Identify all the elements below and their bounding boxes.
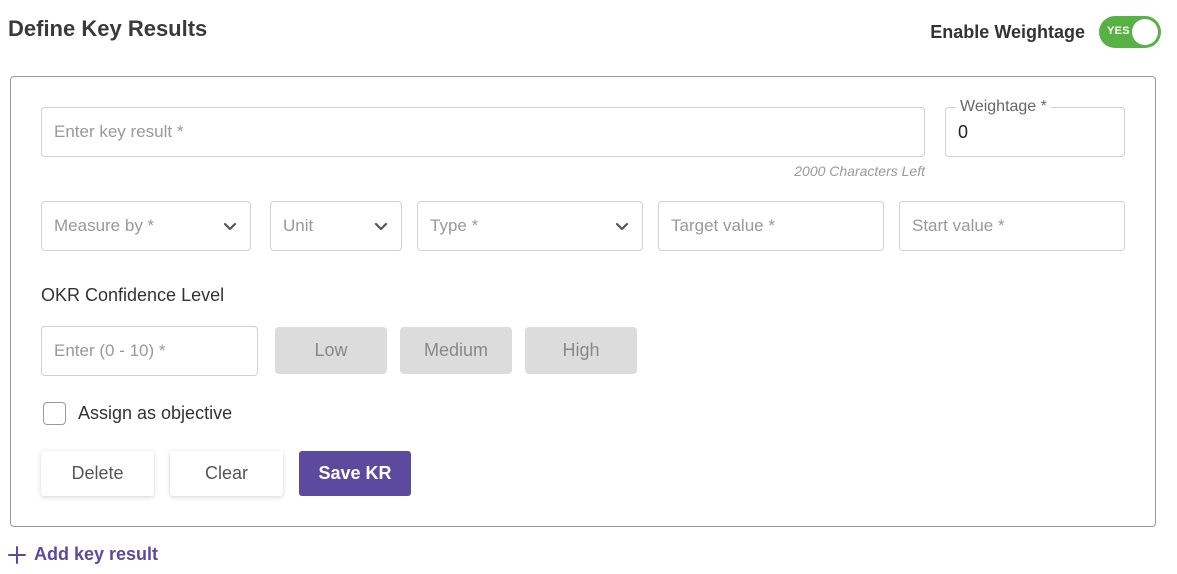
assign-objective-checkbox[interactable] bbox=[43, 402, 66, 425]
page-title: Define Key Results bbox=[8, 16, 208, 41]
chevron-down-icon bbox=[374, 222, 388, 231]
add-key-result-link[interactable]: Add key result bbox=[8, 544, 158, 565]
confidence-low-button[interactable]: Low bbox=[275, 327, 387, 374]
type-select[interactable]: Type * bbox=[417, 201, 643, 251]
unit-placeholder: Unit bbox=[283, 216, 314, 235]
weightage-toggle[interactable]: YES bbox=[1099, 16, 1161, 48]
target-value-placeholder: Target value * bbox=[671, 216, 775, 235]
key-result-placeholder: Enter key result * bbox=[54, 122, 184, 141]
weightage-label: Weightage * bbox=[956, 98, 1051, 116]
target-value-input[interactable]: Target value * bbox=[658, 201, 884, 251]
toggle-state-text: YES bbox=[1107, 25, 1130, 37]
confidence-placeholder: Enter (0 - 10) * bbox=[54, 341, 166, 360]
clear-button[interactable]: Clear bbox=[170, 451, 283, 496]
weightage-field[interactable]: Weightage * 0 bbox=[945, 98, 1125, 157]
delete-button[interactable]: Delete bbox=[41, 451, 154, 496]
type-placeholder: Type * bbox=[430, 216, 479, 235]
plus-icon bbox=[8, 545, 26, 564]
add-key-result-label: Add key result bbox=[34, 544, 159, 564]
weightage-toggle-group: Enable Weightage YES bbox=[930, 16, 1161, 48]
key-result-card: Enter key result * 2000 Characters Left … bbox=[10, 76, 1156, 527]
confidence-input[interactable]: Enter (0 - 10) * bbox=[41, 326, 258, 376]
toggle-knob bbox=[1132, 19, 1158, 45]
confidence-medium-button[interactable]: Medium bbox=[400, 327, 512, 374]
assign-as-objective[interactable]: Assign as objective bbox=[43, 402, 232, 425]
confidence-high-button[interactable]: High bbox=[525, 327, 637, 374]
unit-select[interactable]: Unit bbox=[270, 201, 402, 251]
save-kr-button[interactable]: Save KR bbox=[299, 451, 411, 496]
chevron-down-icon bbox=[615, 222, 629, 231]
chevron-down-icon bbox=[223, 222, 237, 231]
measure-by-placeholder: Measure by * bbox=[54, 216, 155, 235]
enable-weightage-label: Enable Weightage bbox=[930, 21, 1085, 42]
weightage-value: 0 bbox=[958, 122, 969, 142]
measure-by-select[interactable]: Measure by * bbox=[41, 201, 251, 251]
start-value-input[interactable]: Start value * bbox=[899, 201, 1125, 251]
key-result-input[interactable]: Enter key result * bbox=[41, 107, 925, 157]
start-value-placeholder: Start value * bbox=[912, 216, 1005, 235]
characters-left-counter: 2000 Characters Left bbox=[794, 163, 925, 179]
confidence-level-title: OKR Confidence Level bbox=[41, 285, 225, 305]
assign-objective-label: Assign as objective bbox=[78, 403, 233, 423]
